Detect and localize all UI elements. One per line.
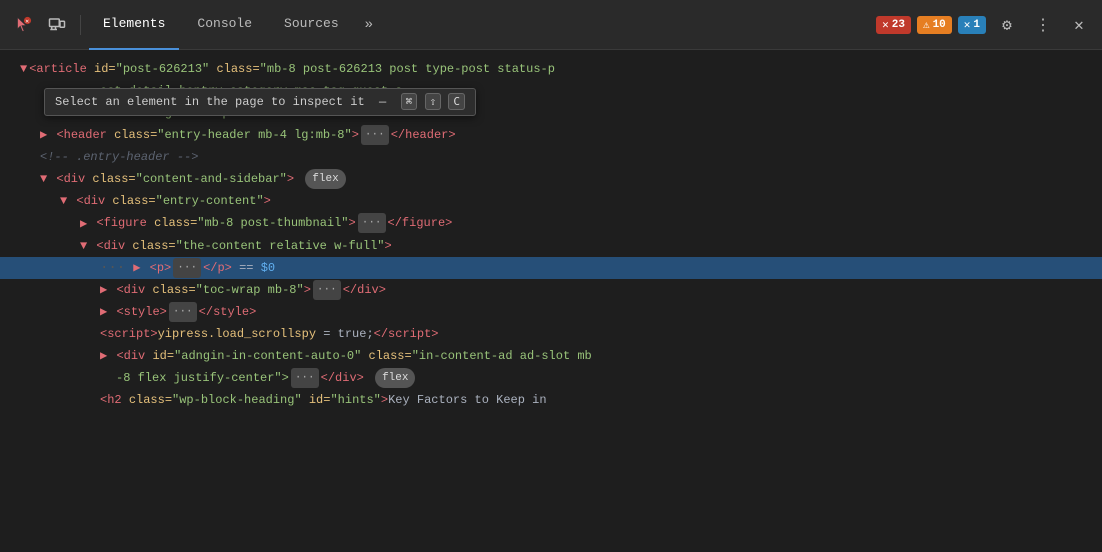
device-toggle-button[interactable]: [42, 10, 72, 40]
code-line-11[interactable]: ▶ <div class="toc-wrap mb-8">···</div>: [0, 279, 1102, 301]
code-content-12: ▶ <style>···</style>: [100, 302, 256, 322]
toolbar-divider-1: [80, 15, 81, 35]
code-content-15: -8 flex justify-center">···</div> flex: [116, 368, 415, 388]
code-content-11: ▶ <div class="toc-wrap mb-8">···</div>: [100, 280, 386, 300]
code-content-1: <article id="post-626213" class="mb-8 po…: [29, 59, 555, 79]
code-line-1[interactable]: ▼ <article id="post-626213" class="mb-8 …: [0, 58, 1102, 80]
more-options-button[interactable]: ⋮: [1028, 10, 1058, 40]
toolbar-right: ✕ 23 ⚠ 10 ✕ 1 ⚙ ⋮ ✕: [876, 10, 1094, 40]
code-line-15[interactable]: -8 flex justify-center">···</div> flex: [0, 367, 1102, 389]
tab-elements[interactable]: Elements: [89, 0, 179, 50]
code-line-7[interactable]: ▼ <div class="entry-content">: [0, 190, 1102, 212]
code-content-10: ▶ <p>···</p> == $0: [133, 258, 275, 278]
code-content-7: ▼ <div class="entry-content">: [60, 191, 271, 211]
settings-button[interactable]: ⚙: [992, 10, 1022, 40]
code-content-4: ▶ <header class="entry-header mb-4 lg:mb…: [40, 125, 456, 145]
code-content-13: <script>yipress.load_scrollspy = true;</…: [100, 324, 438, 344]
code-line-12[interactable]: ▶ <style>···</style>: [0, 301, 1102, 323]
error-icon: ✕: [882, 18, 889, 32]
inspect-element-button[interactable]: ✕: [8, 10, 38, 40]
inspector-tooltip: Select an element in the page to inspect…: [44, 88, 476, 116]
error-count: 23: [892, 19, 905, 31]
expand-arrow-1[interactable]: ▼: [20, 59, 27, 79]
close-button[interactable]: ✕: [1064, 10, 1094, 40]
code-line-16[interactable]: <h2 class="wp-block-heading" id="hints">…: [0, 389, 1102, 411]
info-count: 1: [973, 19, 980, 31]
code-line-10[interactable]: ··· ▶ <p>···</p> == $0: [0, 257, 1102, 279]
code-line-14[interactable]: ▶ <div id="adngin-in-content-auto-0" cla…: [0, 345, 1102, 367]
code-line-4[interactable]: ▶ <header class="entry-header mb-4 lg:mb…: [0, 124, 1102, 146]
tab-console[interactable]: Console: [183, 0, 266, 50]
error-badge[interactable]: ✕ 23: [876, 16, 911, 34]
code-content-5: <!-- .entry-header -->: [40, 147, 198, 167]
svg-text:✕: ✕: [25, 18, 29, 25]
tooltip-text: Select an element in the page to inspect…: [55, 95, 365, 109]
shortcut-meta: ⌘: [401, 93, 418, 110]
shortcut-shift: ⇧: [425, 93, 442, 110]
code-content-8: ▶ <figure class="mb-8 post-thumbnail">··…: [80, 213, 452, 233]
warning-icon: ⚠: [923, 18, 930, 32]
info-icon: ✕: [964, 18, 971, 32]
code-line-5[interactable]: <!-- .entry-header -->: [0, 146, 1102, 168]
code-content-6: ▼ <div class="content-and-sidebar"> flex: [40, 169, 346, 189]
more-tabs-button[interactable]: »: [357, 17, 381, 33]
info-badge[interactable]: ✕ 1: [958, 16, 986, 34]
code-line-6[interactable]: ▼ <div class="content-and-sidebar"> flex: [0, 168, 1102, 190]
code-line-8[interactable]: ▶ <figure class="mb-8 post-thumbnail">··…: [0, 212, 1102, 234]
code-content-9: ▼ <div class="the-content relative w-ful…: [80, 236, 392, 256]
elements-panel: Select an element in the page to inspect…: [0, 50, 1102, 552]
warning-count: 10: [933, 19, 946, 31]
warning-badge[interactable]: ⚠ 10: [917, 16, 952, 34]
devtools-toolbar: ✕ Elements Console Sources » ✕ 23 ⚠ 10: [0, 0, 1102, 50]
code-content-14: ▶ <div id="adngin-in-content-auto-0" cla…: [100, 346, 592, 366]
shortcut-c: C: [448, 93, 465, 110]
line-dots-10: ···: [100, 258, 125, 278]
code-line-9[interactable]: ▼ <div class="the-content relative w-ful…: [0, 235, 1102, 257]
code-content-16: <h2 class="wp-block-heading" id="hints">…: [100, 390, 547, 410]
code-line-13[interactable]: <script>yipress.load_scrollspy = true;</…: [0, 323, 1102, 345]
tab-sources[interactable]: Sources: [270, 0, 353, 50]
